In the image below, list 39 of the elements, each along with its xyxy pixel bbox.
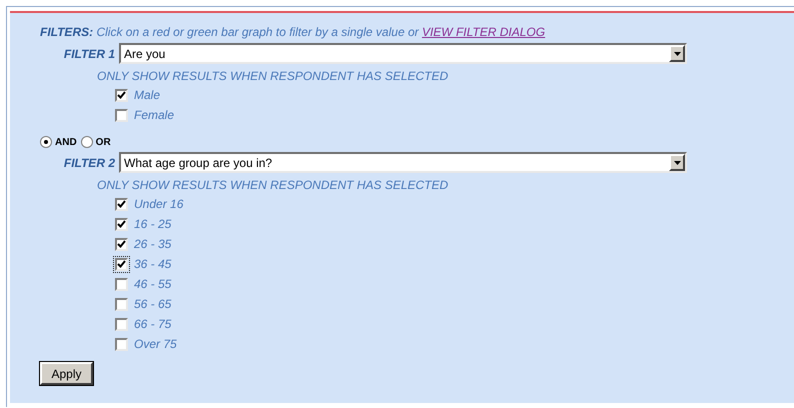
checkmark-icon (117, 90, 126, 100)
filter-select[interactable]: What age group are you in? (119, 152, 687, 173)
checkmark-icon (117, 200, 126, 208)
checkbox[interactable] (113, 316, 130, 332)
checkmark-icon (117, 260, 126, 268)
filter-instruction: ONLY SHOW RESULTS WHEN RESPONDENT HAS SELECTED (97, 69, 450, 83)
option-label: Under 16 (134, 197, 184, 211)
checkbox[interactable] (113, 216, 130, 232)
apply-button[interactable]: Apply (40, 362, 93, 385)
option-label: 46 - 55 (134, 277, 172, 291)
filter-instruction: ONLY SHOW RESULTS WHEN RESPONDENT HAS SELECTED (97, 178, 450, 192)
option-label: 66 - 75 (134, 317, 172, 331)
option-label: 56 - 65 (134, 297, 172, 311)
option-label: Over 75 (134, 337, 177, 351)
checkmark-icon (117, 220, 126, 228)
radio-button[interactable] (80, 136, 93, 148)
checkbox[interactable] (113, 256, 130, 272)
radio-label: OR (96, 136, 111, 148)
option-label: 16 - 25 (134, 217, 172, 231)
checkbox[interactable] (113, 276, 130, 292)
radio-dot-icon (44, 140, 48, 144)
filter-select[interactable]: Are you (119, 43, 687, 64)
option-label: Female (134, 108, 174, 122)
filter-instructions: FILTERS: Click on a red or green bar graph to filter by a single value or VIEW FILTER DIALOG (40, 25, 546, 39)
checkbox[interactable] (113, 236, 130, 252)
checkmark-icon (117, 240, 126, 248)
filter-label: FILTER 2 (62, 156, 115, 170)
checkbox[interactable] (113, 336, 130, 352)
radio-label: AND (55, 136, 77, 148)
view-filter-dialog-link[interactable]: VIEW FILTER DIALOG (422, 25, 546, 39)
option-label: 26 - 35 (134, 237, 172, 251)
filter-label: FILTER 1 (62, 46, 115, 60)
checkbox[interactable] (113, 196, 130, 212)
checkbox[interactable] (113, 86, 130, 104)
radio-button[interactable] (40, 136, 52, 148)
option-label: Male (134, 88, 160, 102)
option-label: 36 - 45 (134, 257, 172, 271)
checkbox[interactable] (113, 106, 130, 124)
checkbox[interactable] (113, 296, 130, 312)
